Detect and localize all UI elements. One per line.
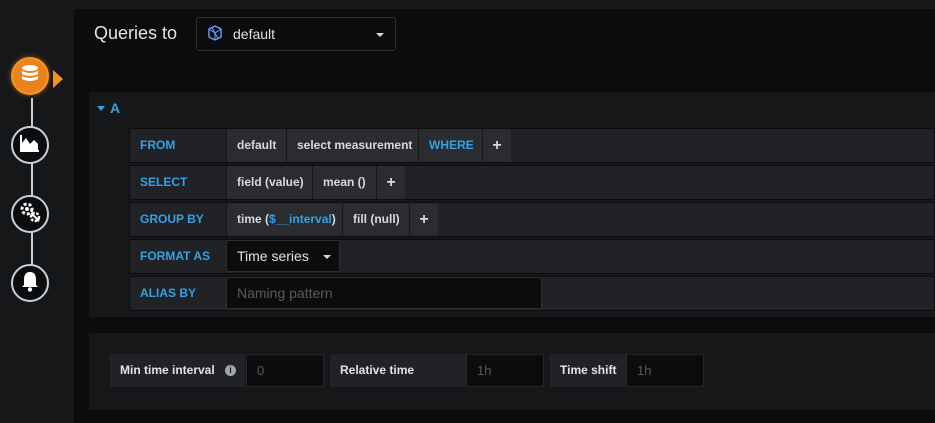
relative-time-input[interactable]: 1h bbox=[466, 354, 544, 387]
fill-segment[interactable]: fill (null) bbox=[342, 203, 410, 236]
add-select-button[interactable]: + bbox=[376, 166, 405, 199]
function-segment[interactable]: mean () bbox=[312, 166, 376, 199]
step-visualization[interactable] bbox=[11, 126, 49, 164]
step-queries[interactable] bbox=[11, 57, 49, 95]
group-by-label: GROUP BY bbox=[130, 203, 222, 236]
info-icon[interactable]: i bbox=[225, 365, 236, 376]
where-segment: WHERE bbox=[418, 129, 484, 162]
format-as-value: Time series bbox=[237, 248, 309, 264]
alias-by-label: ALIAS BY bbox=[130, 277, 222, 310]
database-icon bbox=[19, 63, 41, 90]
queries-to-label: Queries to bbox=[94, 23, 178, 43]
add-where-button[interactable]: + bbox=[482, 129, 511, 162]
step-general[interactable] bbox=[11, 195, 49, 233]
time-group-suffix: ) bbox=[331, 212, 336, 226]
chevron-down-icon bbox=[376, 33, 384, 37]
measurement-segment[interactable]: select measurement bbox=[286, 129, 423, 162]
time-group-segment[interactable]: time ($__interval) bbox=[226, 203, 346, 236]
datasource-picker[interactable]: default bbox=[196, 17, 396, 51]
step-alert[interactable] bbox=[11, 264, 49, 302]
min-time-interval-input[interactable]: 0 bbox=[246, 354, 324, 387]
format-as-select[interactable]: Time series bbox=[226, 240, 340, 272]
active-step-arrow bbox=[53, 70, 63, 88]
field-segment[interactable]: field (value) bbox=[226, 166, 314, 199]
influxdb-icon bbox=[207, 24, 223, 44]
chevron-down-icon bbox=[323, 255, 331, 259]
query-header[interactable]: A bbox=[89, 92, 935, 125]
time-shift-input[interactable]: 1h bbox=[626, 354, 704, 387]
datasource-name: default bbox=[233, 26, 276, 42]
from-label: FROM bbox=[130, 129, 222, 162]
gears-icon bbox=[18, 200, 42, 229]
relative-time-label: Relative time bbox=[330, 354, 466, 387]
alias-by-input[interactable]: Naming pattern bbox=[226, 277, 542, 309]
add-group-by-button[interactable]: + bbox=[409, 203, 438, 236]
collapse-caret-icon[interactable] bbox=[97, 106, 105, 111]
select-label: SELECT bbox=[130, 166, 222, 199]
bell-icon bbox=[20, 270, 40, 297]
time-shift-label: Time shift bbox=[550, 354, 626, 387]
format-as-label: FORMAT AS bbox=[130, 240, 222, 273]
top-strip bbox=[74, 0, 935, 9]
time-group-prefix: time ( bbox=[237, 212, 270, 226]
retention-policy-segment[interactable]: default bbox=[226, 129, 287, 162]
query-ref-id: A bbox=[110, 100, 121, 116]
time-group-variable: $__interval bbox=[269, 212, 332, 226]
area-chart-icon bbox=[19, 133, 41, 158]
